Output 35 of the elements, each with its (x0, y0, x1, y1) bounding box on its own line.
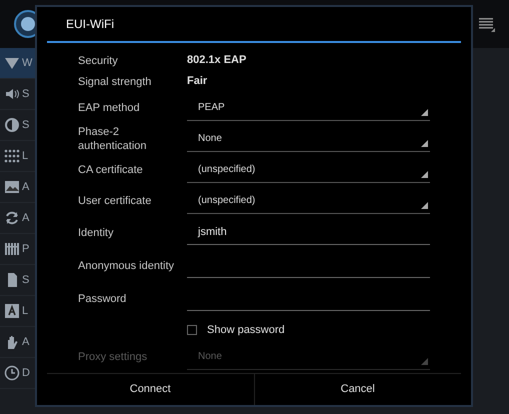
wifi-icon (4, 55, 20, 71)
input-field[interactable]: jsmith (187, 220, 430, 244)
dropdown[interactable]: (unspecified) (187, 188, 430, 214)
field-label: EAP method (78, 100, 141, 114)
field-label: Identity (78, 226, 114, 240)
sync-icon (4, 210, 20, 226)
image-icon (4, 179, 20, 195)
field-label: Security (78, 54, 119, 68)
grid-icon (4, 148, 20, 164)
field-label: CA certificate (78, 162, 144, 176)
dropdown-arrow-icon (421, 108, 428, 116)
dropdown-arrow-icon (421, 358, 428, 365)
checkbox[interactable] (187, 325, 197, 335)
field-label: Anonymous identity (78, 258, 175, 272)
field-label: Phase-2 authentication (78, 124, 148, 152)
dialog-title: EUI-WiFi (66, 16, 114, 33)
bars-icon (4, 241, 20, 257)
field-label: Proxy settings (78, 350, 148, 364)
keyboard-letter-icon (4, 303, 20, 319)
dropdown[interactable]: None (187, 126, 430, 152)
dropdown-arrow-icon (421, 170, 428, 178)
speaker-icon (4, 86, 20, 102)
clock-icon (4, 365, 20, 381)
menu-icon[interactable] (479, 16, 495, 32)
field-value: 802.1x EAP (187, 53, 246, 68)
field-label: Signal strength (78, 74, 152, 88)
dropdown-arrow-icon (421, 140, 428, 146)
field-value: Fair (187, 74, 208, 90)
dropdown[interactable]: (unspecified) (187, 156, 430, 182)
dropdown-arrow-icon (421, 202, 428, 208)
brightness-icon (4, 117, 20, 133)
field-label: User certificate (78, 194, 152, 208)
field-label: Password (78, 292, 128, 306)
checkbox-label: Show password (207, 322, 285, 338)
dropdown[interactable]: PEAP (187, 94, 430, 120)
